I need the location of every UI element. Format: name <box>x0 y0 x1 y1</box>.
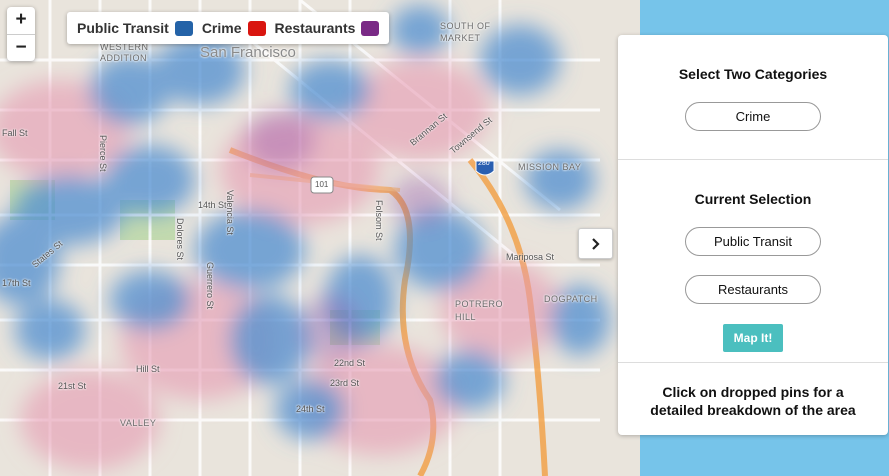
current-selection-section: Current Selection Public Transit Restaur… <box>618 160 888 363</box>
legend-label: Restaurants <box>274 20 356 36</box>
zoom-out-button[interactable]: − <box>7 34 35 61</box>
legend-label: Crime <box>201 20 242 36</box>
panel-toggle-button[interactable] <box>578 228 613 259</box>
label-hwy-280: 280 <box>478 160 490 167</box>
label-24th-st: 24th St <box>296 404 325 414</box>
category-legend: Public Transit Crime Restaurants <box>67 12 390 44</box>
selected-category-public-transit[interactable]: Public Transit <box>685 227 821 256</box>
map-it-button[interactable]: Map It! <box>722 324 784 352</box>
chevron-right-icon <box>591 237 600 250</box>
label-hwy-101: 101 <box>315 180 329 189</box>
label-21st-st: 21st St <box>58 381 87 391</box>
label-dolores-st: Dolores St <box>175 218 185 261</box>
zoom-in-button[interactable]: + <box>7 7 35 34</box>
selected-category-restaurants[interactable]: Restaurants <box>685 275 821 304</box>
select-section: Select Two Categories Crime <box>618 35 888 160</box>
info-section: Click on dropped pins for a detailed bre… <box>618 363 888 419</box>
legend-swatch <box>174 20 193 36</box>
legend-item-restaurants: Restaurants <box>275 20 380 36</box>
label-potrero-hill: POTRERO HILL <box>455 299 504 322</box>
legend-swatch <box>361 20 380 36</box>
label-south-of-market: SOUTH OF MARKET <box>440 21 491 43</box>
label-dogpatch: DOGPATCH <box>544 294 598 304</box>
zoom-control: + − <box>7 7 35 61</box>
label-western-addition: WESTERN ADDITION <box>100 42 149 63</box>
label-valencia-st: Valencia St <box>225 190 235 235</box>
label-valley: VALLEY <box>120 418 157 428</box>
label-san-francisco: San Francisco <box>200 44 296 61</box>
label-mission-bay: MISSION BAY <box>518 162 582 172</box>
legend-item-public-transit: Public Transit <box>77 20 193 36</box>
current-selection-title: Current Selection <box>694 191 812 207</box>
label-mariposa-st: Mariposa St <box>506 252 555 262</box>
select-title: Select Two Categories <box>678 66 828 82</box>
label-17th-st: 17th St <box>2 278 31 288</box>
pin-info-text: Click on dropped pins for a detailed bre… <box>650 384 856 418</box>
legend-swatch <box>247 20 266 36</box>
category-option-crime[interactable]: Crime <box>685 102 821 131</box>
label-fall-st: Fall St <box>2 128 28 138</box>
label-pierce-st: Pierce St <box>98 135 108 172</box>
heat-layer <box>0 5 610 470</box>
legend-label: Public Transit <box>77 20 169 36</box>
label-folsom-st: Folsom St <box>374 200 384 241</box>
legend-item-crime: Crime <box>202 20 266 36</box>
label-hill-st: Hill St <box>136 364 160 374</box>
label-guerrero-st: Guerrero St <box>205 262 215 310</box>
label-23rd-st: 23rd St <box>330 378 360 388</box>
category-panel: Select Two Categories Crime Current Sele… <box>618 35 888 435</box>
label-22nd-st: 22nd St <box>334 358 366 368</box>
label-14th-st: 14th St <box>198 200 227 210</box>
